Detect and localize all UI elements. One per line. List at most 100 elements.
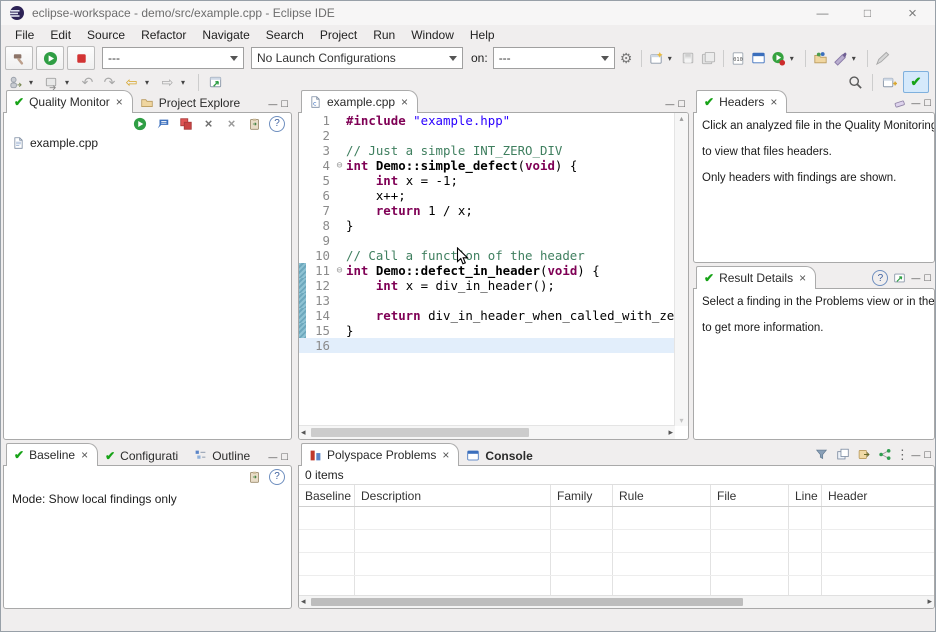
menu-file[interactable]: File bbox=[7, 28, 42, 42]
maximize-view-icon[interactable]: □ bbox=[924, 449, 931, 461]
tab-baseline[interactable]: ✔ Baseline × bbox=[6, 443, 98, 466]
window-minimize-icon[interactable]: — bbox=[800, 1, 845, 25]
code-line-9[interactable]: 9 bbox=[299, 233, 675, 248]
column-header-family[interactable]: Family bbox=[551, 485, 613, 506]
tab-console[interactable]: Console bbox=[459, 445, 541, 466]
column-header-header[interactable]: Header bbox=[822, 485, 934, 506]
scrollbar-thumb[interactable] bbox=[311, 428, 529, 437]
line-number[interactable]: 10 bbox=[306, 248, 333, 263]
menu-window[interactable]: Window bbox=[403, 28, 462, 42]
tab-polyspace-problems[interactable]: Polyspace Problems × bbox=[301, 443, 459, 466]
debug-tool-icon[interactable] bbox=[832, 50, 849, 67]
close-tab-icon[interactable]: × bbox=[442, 448, 449, 462]
code-line-12[interactable]: 12 int x = div_in_header(); bbox=[299, 278, 675, 293]
analyzed-file-item[interactable]: example.cpp bbox=[4, 133, 291, 150]
line-number[interactable]: 3 bbox=[306, 143, 333, 158]
undo-arrow-icon[interactable]: ↶ bbox=[79, 74, 96, 91]
maximize-view-icon[interactable]: □ bbox=[281, 98, 288, 110]
column-header-baseline[interactable]: Baseline bbox=[299, 485, 355, 506]
show-log-icon[interactable] bbox=[154, 115, 171, 132]
minimize-view-icon[interactable]: — bbox=[268, 99, 277, 109]
problems-horizontal-scrollbar[interactable]: ◂ ▸ bbox=[299, 595, 934, 608]
help-icon[interactable]: ? bbox=[269, 116, 285, 132]
tab-example-cpp[interactable]: c example.cpp × bbox=[301, 90, 418, 113]
close-tab-icon[interactable]: × bbox=[116, 95, 123, 109]
build-button[interactable] bbox=[5, 46, 33, 70]
maximize-view-icon[interactable]: □ bbox=[281, 451, 288, 463]
line-number[interactable]: 8 bbox=[306, 218, 333, 233]
close-tab-icon[interactable]: × bbox=[770, 95, 777, 109]
line-number[interactable]: 9 bbox=[306, 233, 333, 248]
code-line-10[interactable]: 10// Call a function of the header bbox=[299, 248, 675, 263]
tab-quality-monitor[interactable]: ✔ Quality Monitor × bbox=[6, 90, 133, 113]
run-quality-button[interactable] bbox=[36, 46, 64, 70]
menu-navigate[interactable]: Navigate bbox=[194, 28, 257, 42]
debug-tool-caret-icon[interactable]: ▾ bbox=[852, 54, 861, 63]
window-arrow-icon[interactable] bbox=[43, 74, 60, 91]
code-line-4[interactable]: 4⊖int Demo::simple_defect(void) { bbox=[299, 158, 675, 173]
scroll-left-icon[interactable]: ◂ bbox=[301, 596, 306, 607]
window-maximize-icon[interactable]: □ bbox=[845, 1, 890, 25]
tab-headers[interactable]: ✔ Headers × bbox=[696, 90, 787, 113]
window-arrow-caret-icon[interactable]: ▾ bbox=[65, 78, 74, 87]
scroll-left-icon[interactable]: ◂ bbox=[301, 427, 306, 438]
code-line-1[interactable]: 1#include "example.hpp" bbox=[299, 113, 675, 128]
line-number[interactable]: 11 bbox=[306, 263, 333, 278]
person-arrow-icon[interactable] bbox=[7, 74, 24, 91]
line-number[interactable]: 4 bbox=[306, 158, 333, 173]
scroll-down-icon[interactable]: ▾ bbox=[675, 416, 688, 425]
open-element-icon[interactable] bbox=[812, 50, 829, 67]
filter-funnel-icon[interactable] bbox=[813, 446, 830, 463]
code-line-6[interactable]: 6 x++; bbox=[299, 188, 675, 203]
line-number[interactable]: 2 bbox=[306, 128, 333, 143]
save-all-icon[interactable] bbox=[700, 50, 717, 67]
back-arrow-icon[interactable]: ⇦ bbox=[123, 74, 140, 91]
line-number[interactable]: 13 bbox=[306, 293, 333, 308]
column-header-description[interactable]: Description bbox=[355, 485, 551, 506]
close-tab-icon[interactable]: × bbox=[799, 271, 806, 285]
person-arrow-caret-icon[interactable]: ▾ bbox=[29, 78, 38, 87]
view-menu-dots-icon[interactable]: ⋮ bbox=[897, 446, 907, 463]
code-line-5[interactable]: 5 int x = -1; bbox=[299, 173, 675, 188]
clear-all-icon[interactable]: × bbox=[223, 115, 240, 132]
clear-icon[interactable]: × bbox=[200, 115, 217, 132]
launch-config-combo[interactable]: No Launch Configurations bbox=[251, 47, 463, 69]
code-area[interactable]: 1#include "example.hpp"23// Just a simpl… bbox=[299, 113, 675, 426]
column-header-rule[interactable]: Rule bbox=[613, 485, 711, 506]
code-line-14[interactable]: 14 return div_in_header_when_called_with… bbox=[299, 308, 675, 323]
binary-file-icon[interactable]: 010 bbox=[730, 50, 747, 67]
minimize-view-icon[interactable]: — bbox=[911, 98, 920, 108]
menu-search[interactable]: Search bbox=[258, 28, 312, 42]
code-line-16[interactable]: 16 bbox=[299, 338, 675, 353]
preferences-clipboard-icon[interactable] bbox=[246, 115, 263, 132]
build-config-combo[interactable]: --- bbox=[102, 47, 244, 69]
column-header-file[interactable]: File bbox=[711, 485, 789, 506]
code-line-11[interactable]: 11⊖int Demo::defect_in_header(void) { bbox=[299, 263, 675, 278]
window-close-icon[interactable]: × bbox=[890, 1, 935, 25]
run-config-caret-icon[interactable]: ▾ bbox=[790, 54, 799, 63]
fold-marker-icon[interactable]: ⊖ bbox=[333, 158, 346, 173]
menu-edit[interactable]: Edit bbox=[42, 28, 79, 42]
scrollbar-thumb[interactable] bbox=[311, 598, 743, 606]
code-line-15[interactable]: 15} bbox=[299, 323, 675, 338]
close-tab-icon[interactable]: × bbox=[81, 448, 88, 462]
annotate-icon[interactable] bbox=[874, 50, 891, 67]
tab-project-explorer[interactable]: Project Explore bbox=[133, 92, 249, 113]
new-wizard-icon[interactable] bbox=[648, 50, 665, 67]
line-number[interactable]: 7 bbox=[306, 203, 333, 218]
forward-arrow-icon[interactable]: ⇨ bbox=[159, 74, 176, 91]
code-line-7[interactable]: 7 return 1 / x; bbox=[299, 203, 675, 218]
launch-gear-icon[interactable]: ⚙ bbox=[618, 50, 635, 67]
code-line-2[interactable]: 2 bbox=[299, 128, 675, 143]
minimize-view-icon[interactable]: — bbox=[911, 273, 920, 283]
scroll-right-icon[interactable]: ▸ bbox=[668, 427, 673, 438]
line-number[interactable]: 12 bbox=[306, 278, 333, 293]
menu-help[interactable]: Help bbox=[462, 28, 503, 42]
line-number[interactable]: 5 bbox=[306, 173, 333, 188]
share-graph-icon[interactable] bbox=[876, 446, 893, 463]
polyspace-perspective-button[interactable]: ✔ bbox=[903, 71, 929, 93]
close-tab-icon[interactable]: × bbox=[401, 95, 408, 109]
pin-view-icon[interactable] bbox=[892, 271, 907, 286]
line-number[interactable]: 6 bbox=[306, 188, 333, 203]
column-header-line[interactable]: Line bbox=[789, 485, 822, 506]
